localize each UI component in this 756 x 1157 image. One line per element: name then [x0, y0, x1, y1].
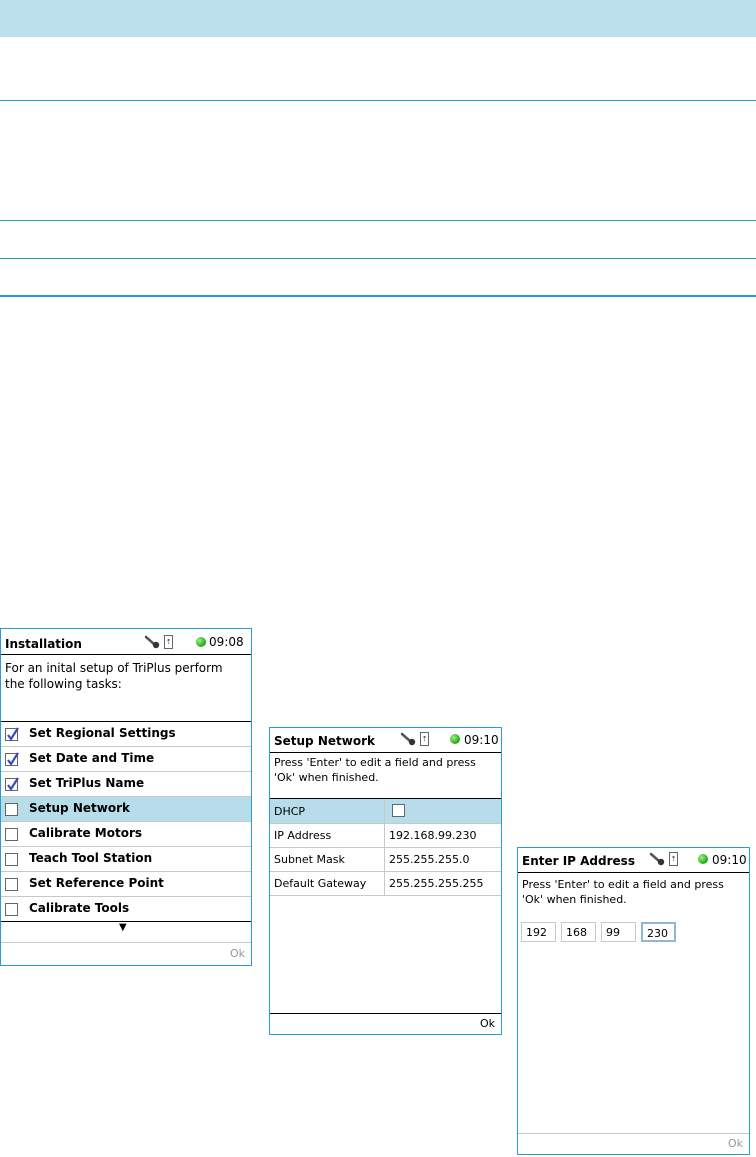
- net-row-default-gateway[interactable]: Default Gateway 255.255.255.255: [270, 871, 501, 896]
- net-row-ip-address[interactable]: IP Address 192.168.99.230: [270, 823, 501, 848]
- key-icon: [400, 732, 416, 746]
- ok-button[interactable]: Ok: [480, 1017, 495, 1030]
- usb-icon: ⇡: [420, 732, 429, 746]
- title-bar: Setup Network ⇡ 09:10: [270, 728, 501, 753]
- ip-octet-4-field[interactable]: 230: [641, 922, 676, 942]
- task-item-set-triplus-name[interactable]: Set TriPlus Name: [1, 772, 251, 797]
- table-header-band: [0, 0, 756, 37]
- task-item-teach-tool-station[interactable]: Teach Tool Station: [1, 847, 251, 872]
- installation-screen: Installation ⇡ 09:08 For an inital setup…: [0, 628, 252, 966]
- intro-line: 'Ok' when finished.: [274, 771, 379, 784]
- column-divider: [384, 847, 385, 871]
- intro-line: Press 'Enter' to edit a field and press: [522, 878, 724, 891]
- intro-line: the following tasks:: [5, 677, 122, 691]
- status-indicator-icon: [450, 734, 460, 744]
- title-bar: Enter IP Address ⇡ 09:10: [518, 848, 749, 873]
- task-label: Set Date and Time: [29, 751, 155, 765]
- ip-octet-1-field[interactable]: 192: [521, 922, 556, 942]
- column-divider: [384, 871, 385, 895]
- checkbox[interactable]: [5, 853, 18, 866]
- clock-time: 09:08: [209, 635, 244, 649]
- intro-line: For an inital setup of TriPlus perform: [5, 661, 223, 675]
- table-divider: [0, 100, 756, 101]
- column-divider: [384, 799, 385, 823]
- status-indicator-icon: [196, 637, 206, 647]
- task-item-set-regional-settings[interactable]: Set Regional Settings: [1, 722, 251, 747]
- field-value: 255.255.255.255: [389, 877, 484, 890]
- task-label: Setup Network: [29, 801, 130, 815]
- field-key: Default Gateway: [274, 877, 367, 890]
- usb-icon: ⇡: [164, 635, 173, 649]
- task-item-set-date-and-time[interactable]: Set Date and Time: [1, 747, 251, 772]
- screen-title: Installation: [5, 637, 82, 651]
- ip-octet-3-field[interactable]: 99: [601, 922, 636, 942]
- checkbox[interactable]: [5, 828, 18, 841]
- intro-text: Press 'Enter' to edit a field and press …: [522, 877, 724, 907]
- intro-text: Press 'Enter' to edit a field and press …: [274, 755, 476, 785]
- checkbox[interactable]: [5, 878, 18, 891]
- net-row-subnet-mask[interactable]: Subnet Mask 255.255.255.0: [270, 847, 501, 872]
- field-value: 192.168.99.230: [389, 829, 477, 842]
- checkmark-icon: [7, 752, 19, 766]
- checkmark-icon: [7, 727, 19, 741]
- task-label: Set Reference Point: [29, 876, 164, 890]
- ok-button[interactable]: Ok: [230, 947, 245, 960]
- task-label: Calibrate Tools: [29, 901, 130, 915]
- task-item-calibrate-motors[interactable]: Calibrate Motors: [1, 822, 251, 847]
- key-icon: [649, 852, 665, 866]
- checkbox[interactable]: [5, 752, 19, 766]
- task-label: Calibrate Motors: [29, 826, 143, 840]
- screen-title: Setup Network: [274, 734, 375, 748]
- footer-bar: Ok: [518, 1133, 749, 1154]
- setup-network-screen: Setup Network ⇡ 09:10 Press 'Enter' to e…: [269, 727, 502, 1035]
- screen-title: Enter IP Address: [522, 854, 635, 868]
- intro-line: 'Ok' when finished.: [522, 893, 627, 906]
- checkbox[interactable]: [5, 903, 18, 916]
- footer-bar: Ok: [1, 942, 251, 965]
- table-divider: [0, 258, 756, 259]
- intro-line: Press 'Enter' to edit a field and press: [274, 756, 476, 769]
- task-item-setup-network[interactable]: Setup Network: [1, 797, 251, 822]
- task-label: Set Regional Settings: [29, 726, 176, 740]
- checkbox[interactable]: [5, 777, 19, 791]
- dhcp-checkbox[interactable]: [392, 804, 405, 817]
- intro-text: For an inital setup of TriPlus perform t…: [5, 660, 223, 692]
- clock-time: 09:10: [464, 733, 499, 747]
- title-bar: Installation ⇡ 09:08: [1, 629, 251, 655]
- status-indicator-icon: [698, 854, 708, 864]
- table-divider: [0, 220, 756, 221]
- clock-time: 09:10: [712, 853, 747, 867]
- task-label: Set TriPlus Name: [29, 776, 145, 790]
- field-key: DHCP: [274, 805, 306, 818]
- scroll-down-icon[interactable]: ▼: [119, 922, 127, 933]
- checkbox[interactable]: [5, 803, 18, 816]
- checkmark-icon: [7, 777, 19, 791]
- net-row-dhcp[interactable]: DHCP: [270, 799, 501, 824]
- key-icon: [144, 635, 160, 649]
- enter-ip-screen: Enter IP Address ⇡ 09:10 Press 'Enter' t…: [517, 847, 750, 1155]
- ok-button[interactable]: Ok: [728, 1137, 743, 1150]
- ip-octet-2-field[interactable]: 168: [561, 922, 596, 942]
- task-label: Teach Tool Station: [29, 851, 153, 865]
- ip-octet-group: 192 168 99 230: [521, 922, 721, 944]
- footer-bar: Ok: [270, 1013, 501, 1034]
- column-divider: [384, 823, 385, 847]
- field-value: 255.255.255.0: [389, 853, 470, 866]
- task-item-calibrate-tools[interactable]: Calibrate Tools: [1, 897, 251, 922]
- checkbox[interactable]: [5, 727, 19, 741]
- usb-icon: ⇡: [669, 852, 678, 866]
- table-bottom-rule: [0, 295, 756, 297]
- task-item-set-reference-point[interactable]: Set Reference Point: [1, 872, 251, 897]
- field-key: Subnet Mask: [274, 853, 345, 866]
- field-key: IP Address: [274, 829, 332, 842]
